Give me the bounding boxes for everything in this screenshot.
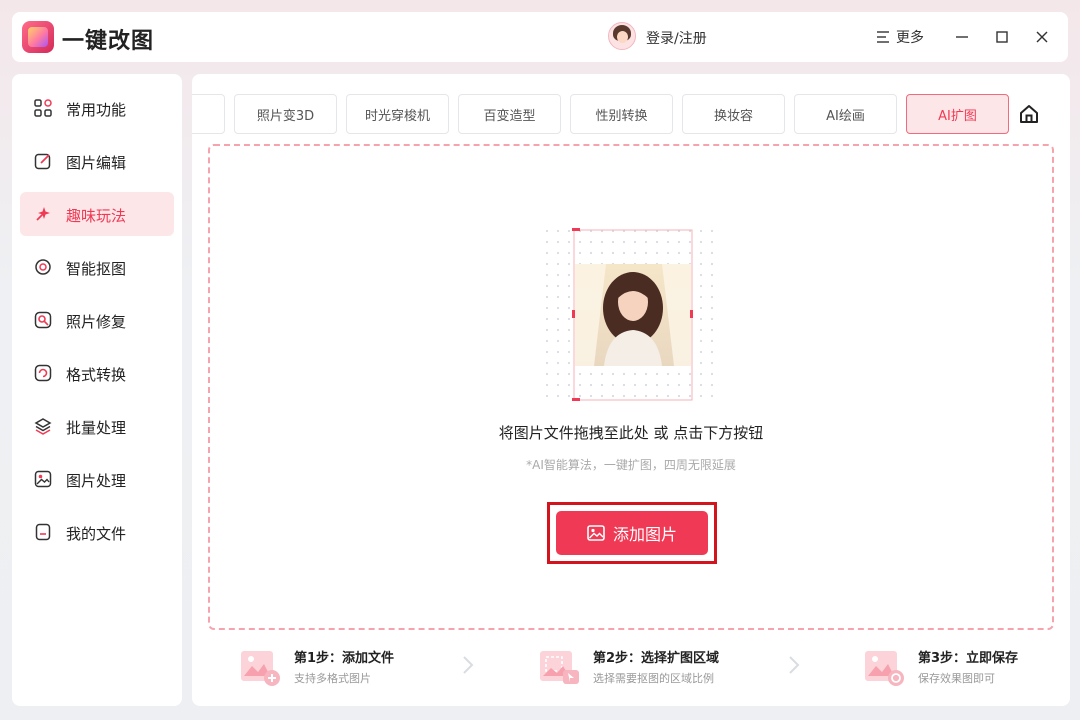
step-title: 第3步：立即保存	[918, 651, 1019, 666]
add-image-label: 添加图片	[612, 525, 677, 544]
sidebar-item-convert[interactable]: 格式转换	[20, 351, 174, 395]
login-register-link[interactable]: 登录/注册	[646, 28, 707, 48]
sidebar: 常用功能 图片编辑 趣味玩法 智能抠图 照片修复 格式转换 批量处理 图片处理 …	[12, 74, 182, 706]
save-icon	[865, 651, 904, 686]
add-image-button[interactable]: 添加图片	[556, 511, 708, 555]
sidebar-item-batch[interactable]: 批量处理	[20, 404, 174, 448]
sidebar-item-label: 我的文件	[66, 525, 127, 543]
step-3: 第3步：立即保存 保存效果图即可	[864, 644, 1044, 690]
sidebar-item-common[interactable]: 常用功能	[20, 86, 174, 130]
drop-zone[interactable]: 将图片文件拖拽至此处 或 点击下方按钮 *AI智能算法，一键扩图，四周无限延展 …	[208, 144, 1054, 630]
add-file-icon	[241, 651, 280, 686]
chevron-right-icon	[463, 656, 474, 674]
tab-ai-expand[interactable]: AI扩图	[906, 94, 1009, 134]
repair-icon	[34, 311, 52, 329]
maximize-icon	[996, 31, 1008, 43]
sidebar-item-label: 图片编辑	[66, 154, 127, 172]
sidebar-item-image-process[interactable]: 图片处理	[20, 457, 174, 501]
tab-style-change[interactable]: 百变造型	[458, 94, 561, 134]
sparkle-icon	[36, 207, 50, 221]
avatar[interactable]	[608, 22, 636, 50]
step-1: 第1步：添加文件 支持多格式图片	[240, 644, 420, 690]
close-icon	[1036, 31, 1048, 43]
expand-preview-illustration	[544, 228, 720, 404]
minimize-icon	[956, 36, 968, 38]
edit-icon	[34, 153, 51, 170]
tab-gender-swap[interactable]: 性别转换	[570, 94, 673, 134]
app-logo-icon	[22, 21, 54, 53]
grid-icon	[34, 99, 52, 117]
file-icon	[35, 523, 51, 541]
convert-icon	[34, 364, 52, 382]
sidebar-item-label: 趣味玩法	[66, 207, 127, 225]
sidebar-item-my-files[interactable]: 我的文件	[20, 510, 174, 554]
step-desc: 选择需要抠图的区域比例	[593, 672, 714, 685]
drop-subtext: *AI智能算法，一键扩图，四周无限延展	[526, 458, 736, 472]
main-panel: 照片变3D 时光穿梭机 百变造型 性别转换 换妆容 AI绘画 AI扩图 将图片文…	[192, 74, 1070, 706]
sidebar-item-cutout[interactable]: 智能抠图	[20, 245, 174, 289]
tab-time-travel[interactable]: 时光穿梭机	[346, 94, 449, 134]
layers-icon	[34, 418, 52, 435]
image-icon	[34, 470, 52, 488]
sidebar-item-label: 批量处理	[66, 419, 127, 437]
sidebar-item-repair[interactable]: 照片修复	[20, 298, 174, 342]
step-desc: 保存效果图即可	[918, 672, 995, 685]
sidebar-item-edit[interactable]: 图片编辑	[20, 139, 174, 183]
tab-photo-3d[interactable]: 照片变3D	[234, 94, 337, 134]
sidebar-item-label: 照片修复	[66, 313, 127, 331]
step-title: 第1步：添加文件	[294, 651, 395, 666]
more-label: 更多	[896, 30, 924, 46]
target-icon	[35, 259, 51, 275]
maximize-button[interactable]	[990, 25, 1014, 49]
tab-hidden[interactable]	[192, 94, 225, 134]
sidebar-item-label: 智能抠图	[66, 260, 127, 278]
more-button[interactable]: 更多	[876, 27, 924, 47]
step-title: 第2步：选择扩图区域	[593, 651, 720, 666]
sidebar-item-fun[interactable]: 趣味玩法	[20, 192, 174, 236]
home-icon[interactable]	[1018, 103, 1040, 125]
menu-icon	[877, 31, 889, 43]
sidebar-item-label: 格式转换	[66, 366, 127, 384]
tab-ai-painting[interactable]: AI绘画	[794, 94, 897, 134]
chevron-right-icon	[789, 656, 800, 674]
close-button[interactable]	[1030, 25, 1054, 49]
sidebar-item-label: 图片处理	[66, 472, 127, 490]
title-bar: 一键改图 登录/注册 更多	[12, 12, 1068, 62]
app-title: 一键改图	[62, 29, 155, 54]
step-desc: 支持多格式图片	[294, 672, 371, 685]
image-icon	[587, 525, 605, 541]
minimize-button[interactable]	[950, 25, 974, 49]
sidebar-item-label: 常用功能	[66, 101, 127, 119]
select-area-icon	[540, 651, 579, 684]
tab-makeup[interactable]: 换妆容	[682, 94, 785, 134]
drop-prompt: 将图片文件拖拽至此处 或 点击下方按钮	[498, 424, 764, 442]
step-2: 第2步：选择扩图区域 选择需要抠图的区域比例	[539, 644, 759, 690]
